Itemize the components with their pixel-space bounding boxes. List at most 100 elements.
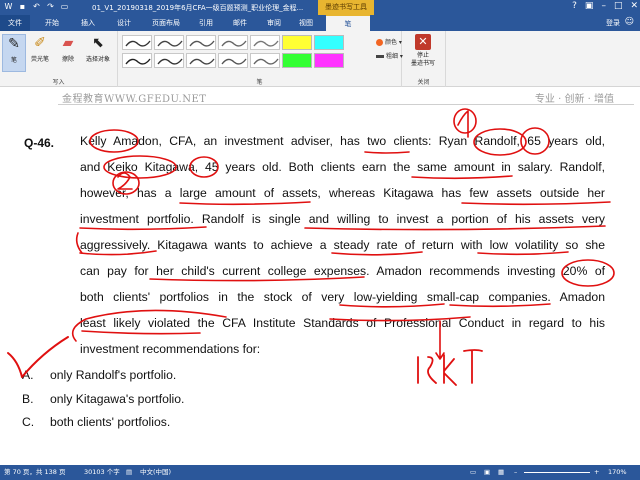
read-mode-icon[interactable]: ▭ [470,465,476,480]
close-group-label: 关闭 [417,79,430,86]
ink-underline-same-amount [411,175,513,180]
question-line-7: both clients' portfolios in the stock of… [80,290,605,304]
question-line-3: however, has a large amount of assets, w… [80,186,605,200]
ribbon-tabs: 文件 开始 插入 设计 页面布局 引用 邮件 审阅 视图 笔 登录 ☺ [0,15,640,31]
redo-icon[interactable]: ↷ [46,2,55,12]
ink-underline-few-assets [461,201,611,206]
pen-swatch-11[interactable] [218,53,248,68]
question-number: Q-46. [24,136,55,150]
ribbon-group-write: ✎ 笔 ✐ 荧光笔 ▰ 擦除 ⬉ 选择对象 写入 [0,31,118,87]
option-b-letter: B. [22,392,34,406]
write-group-label: 写入 [52,79,65,86]
tab-page-layout[interactable]: 页面布局 [144,15,188,31]
proofing-icon[interactable]: ▤ [126,465,132,480]
question-line-1: Kelly Amadon, CFA, an investment adviser… [80,134,605,148]
ink-underline-large-assets [179,201,311,206]
pen-swatch-6[interactable] [282,35,312,50]
page-header-right: 专业 · 创新 · 增值 [534,94,614,105]
tab-view[interactable]: 视图 [290,15,322,31]
ribbon-display-icon[interactable]: ▣ [585,1,594,11]
question-line-9: investment recommendations for: [80,342,261,356]
pen-swatch-10[interactable] [186,53,216,68]
page-header-left: 金程教育WWW.GFEDU.NET [62,94,207,105]
pen-swatch-12[interactable] [250,53,280,68]
pen-swatch-7[interactable] [314,35,344,50]
question-line-2: and Keiko Kitagawa, 45 years old. Both c… [80,160,605,174]
stop-inking-button[interactable]: ✕ 停止 墨迹书写 [408,34,438,68]
pen-swatch-9[interactable] [154,53,184,68]
tab-design[interactable]: 设计 [108,15,140,31]
pen-tool-button[interactable]: ✎ 笔 [2,34,26,72]
print-preview-icon[interactable]: ▭ [60,2,69,12]
login-link[interactable]: 登录 [606,15,620,31]
save-icon[interactable]: ▪ [18,2,27,12]
question-line-8: least likely violated the CFA Institute … [80,316,605,330]
pen-swatch-gallery [122,35,344,68]
zoom-out-icon[interactable]: – [514,465,517,480]
window-controls: ? ▣ – □ ✕ [572,1,638,11]
select-cursor-icon: ⬉ [92,35,104,51]
undo-icon[interactable]: ↶ [32,2,41,12]
zoom-level[interactable]: 170% [608,465,627,480]
close-ink-icon: ✕ [415,34,431,50]
color-dot-icon [376,39,383,46]
highlighter-icon: ✐ [34,35,46,51]
print-layout-icon[interactable]: ▣ [484,465,490,480]
pen-swatch-5[interactable] [250,35,280,50]
ink-underline-two-clients [364,151,410,154]
stop-label-2: 墨迹书写 [410,60,435,67]
ink-underline-single-willing [304,225,606,231]
pen-thickness-dropdown[interactable]: 粗细 ▾ [376,51,403,60]
ink-underline-steady-rate [331,251,423,256]
ink-tools-context-label: 墨迹书写工具 [318,0,374,15]
question-line-4: investment portfolio. Randolf is single … [80,212,605,226]
tab-mailings[interactable]: 邮件 [224,15,256,31]
status-page-count[interactable]: 第 70 页，共 138 页 [4,465,65,480]
pen-swatch-3[interactable] [186,35,216,50]
highlighter-tool-button[interactable]: ✐ 荧光笔 [28,34,52,63]
select-objects-label: 选择对象 [85,56,110,63]
pens-group-label: 笔 [256,79,263,86]
highlighter-tool-label: 荧光笔 [30,56,49,63]
ink-underline-low-volatility [477,251,569,256]
ink-circle-number-1 [453,108,477,134]
close-icon[interactable]: ✕ [630,1,638,11]
zoom-slider[interactable] [524,472,590,473]
pen-icon: ✎ [8,36,20,52]
select-objects-button[interactable]: ⬉ 选择对象 [82,34,114,63]
eraser-tool-label: 擦除 [61,56,74,63]
pen-swatch-14[interactable] [314,53,344,68]
ink-underline-low-yielding [339,303,445,308]
pen-color-label: 颜色 [385,39,398,46]
document-title: 01_V1_20190318_2019年6月CFA一级百题预测_职业伦理_金程.… [92,4,304,12]
ink-underline-small-cap [449,303,551,308]
option-a-text: only Randolf's portfolio. [50,368,177,382]
tab-insert[interactable]: 插入 [72,15,104,31]
zoom-in-icon[interactable]: + [594,465,599,480]
status-language[interactable]: 中文(中国) [140,465,171,480]
title-bar: W ▪ ↶ ↷ ▭ 01_V1_20190318_2019年6月CFA一级百题预… [0,0,640,15]
tab-file[interactable]: 文件 [0,15,30,31]
web-layout-icon[interactable]: ▦ [498,465,504,480]
help-icon[interactable]: ? [572,1,577,11]
header-divider [58,104,634,105]
pen-swatch-13[interactable] [282,53,312,68]
pen-tool-label: 笔 [10,57,17,64]
pen-swatch-2[interactable] [154,35,184,50]
pen-thickness-label: 粗细 [386,53,399,60]
pen-swatch-8[interactable] [122,53,152,68]
tab-review[interactable]: 审阅 [258,15,290,31]
minimize-icon[interactable]: – [601,1,606,11]
tab-references[interactable]: 引用 [190,15,222,31]
eraser-tool-button[interactable]: ▰ 擦除 [56,34,80,63]
maximize-icon[interactable]: □ [614,1,623,11]
pen-swatch-1[interactable] [122,35,152,50]
status-word-count[interactable]: 30103 个字 [84,465,120,480]
pen-swatch-4[interactable] [218,35,248,50]
tab-home[interactable]: 开始 [36,15,68,31]
tab-pens[interactable]: 笔 [326,15,370,31]
document-page[interactable]: 金程教育WWW.GFEDU.NET 专业 · 创新 · 增值 Q-46. Kel… [0,87,640,465]
quick-access-toolbar: W ▪ ↶ ↷ ▭ [4,2,69,12]
feedback-smiley-icon[interactable]: ☺ [625,17,634,27]
pen-color-dropdown[interactable]: 颜色 ▾ [376,37,402,46]
